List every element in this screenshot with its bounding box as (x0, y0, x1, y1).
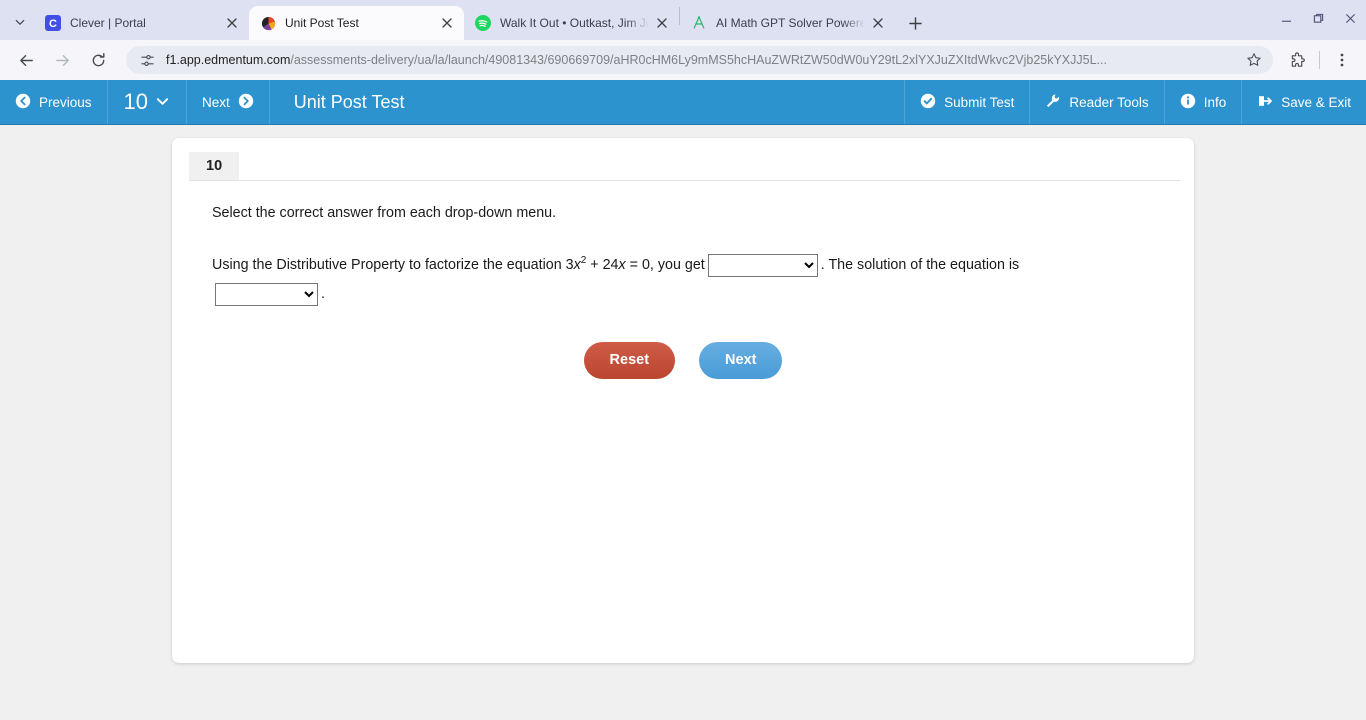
stem-text-part-5: . (321, 286, 325, 303)
tab-search-chevron-down-icon[interactable] (6, 7, 34, 37)
assessment-header: Previous 10 Next Unit Post Test Submit T… (0, 80, 1366, 125)
stem-text-part-2: + 24 (586, 257, 619, 274)
stem-variable-1: x (573, 257, 581, 274)
save-and-exit-button[interactable]: Save & Exit (1241, 80, 1366, 124)
submit-test-label: Submit Test (944, 94, 1015, 110)
tab-title: Clever | Portal (70, 16, 146, 30)
reset-button[interactable]: Reset (583, 341, 676, 379)
site-settings-icon[interactable] (138, 51, 156, 69)
puzzle-piece-icon[interactable] (1282, 45, 1312, 75)
address-bar[interactable]: f1.app.edmentum.com/assessments-delivery… (126, 46, 1273, 74)
previous-label: Previous (39, 94, 92, 110)
info-label: Info (1203, 94, 1227, 110)
back-arrow-icon[interactable] (11, 45, 41, 75)
toolbar-divider (1319, 51, 1320, 69)
toolbar-right-group (1281, 45, 1358, 75)
tab-close-icon[interactable] (223, 14, 241, 32)
reader-tools-button[interactable]: Reader Tools (1029, 80, 1163, 124)
question-instruction: Select the correct answer from each drop… (212, 205, 557, 221)
circle-left-arrow-icon (15, 93, 31, 112)
ai-math-favicon (691, 15, 707, 31)
forward-arrow-icon (47, 45, 77, 75)
url-path: /assessments-delivery/ua/la/launch/49081… (290, 53, 1107, 67)
current-question-number: 10 (123, 89, 149, 114)
reload-icon[interactable] (83, 45, 113, 75)
tab-close-icon[interactable] (869, 14, 887, 32)
browser-tab-ai-math-gpt[interactable]: AI Math GPT Solver Powered by (680, 6, 895, 40)
tab-title: Walk It Out • Outkast, Jim Jones (500, 16, 649, 30)
question-number-selector[interactable]: 10 (108, 80, 188, 124)
chevron-down-icon (155, 89, 170, 115)
stem-text-part-4: . The solution of the equation is (820, 257, 1020, 274)
stem-text-part-3: = 0, you get (625, 257, 705, 274)
browser-tab-unit-post-test[interactable]: Unit Post Test (249, 6, 464, 40)
question-number-badge: 10 (189, 152, 240, 181)
circle-check-icon (920, 93, 936, 112)
circle-right-arrow-icon (238, 93, 254, 112)
maximize-icon[interactable] (1302, 2, 1334, 34)
window-controls (1270, 0, 1366, 36)
question-action-buttons: Reset Next (212, 341, 1154, 379)
three-dot-menu-icon[interactable] (1327, 45, 1357, 75)
minimize-icon[interactable] (1270, 2, 1302, 34)
url-host: f1.app.edmentum.com (166, 53, 291, 67)
edmentum-favicon (260, 15, 276, 31)
info-button[interactable]: Info (1163, 80, 1242, 124)
question-body: Select the correct answer from each drop… (172, 182, 1194, 379)
question-stem: Using the Distributive Property to facto… (212, 251, 1154, 308)
svg-text:C: C (49, 18, 57, 30)
address-bar-text: f1.app.edmentum.com/assessments-delivery… (166, 52, 1241, 68)
star-icon[interactable] (1241, 47, 1267, 73)
tab-title: AI Math GPT Solver Powered by (716, 16, 865, 30)
browser-tab-spotify[interactable]: Walk It Out • Outkast, Jim Jones (464, 6, 679, 40)
stem-variable-2: x (618, 257, 626, 274)
solution-dropdown[interactable] (215, 282, 318, 306)
close-icon[interactable] (1334, 2, 1366, 34)
assessment-stage: 10 Select the correct answer from each d… (0, 125, 1366, 720)
question-header-divider (189, 180, 1180, 181)
previous-question-button[interactable]: Previous (0, 80, 108, 124)
exit-arrow-icon (1257, 93, 1273, 112)
next-button[interactable]: Next (699, 341, 783, 379)
factorization-dropdown[interactable] (707, 254, 818, 278)
tab-strip: C Clever | Portal Unit Post Test Walk It… (0, 0, 1366, 40)
browser-toolbar: f1.app.edmentum.com/assessments-delivery… (0, 40, 1366, 80)
wrench-icon (1045, 93, 1061, 112)
question-card: 10 Select the correct answer from each d… (172, 138, 1194, 663)
next-label: Next (202, 94, 230, 110)
reader-tools-label: Reader Tools (1069, 94, 1149, 110)
new-tab-button[interactable] (901, 9, 929, 37)
circle-info-icon (1180, 93, 1196, 112)
browser-tab-clever-portal[interactable]: C Clever | Portal (34, 6, 249, 40)
save-and-exit-label: Save & Exit (1281, 94, 1351, 110)
next-question-button[interactable]: Next (187, 80, 270, 124)
submit-test-button[interactable]: Submit Test (904, 80, 1029, 124)
tab-close-icon[interactable] (653, 14, 671, 32)
tab-close-icon[interactable] (438, 14, 456, 32)
assessment-title: Unit Post Test (293, 91, 405, 112)
tab-title: Unit Post Test (285, 16, 359, 30)
spotify-favicon (475, 15, 491, 31)
clever-favicon: C (45, 15, 61, 31)
browser-chrome: C Clever | Portal Unit Post Test Walk It… (0, 0, 1366, 80)
stem-text-part-1: Using the Distributive Property to facto… (212, 257, 574, 274)
